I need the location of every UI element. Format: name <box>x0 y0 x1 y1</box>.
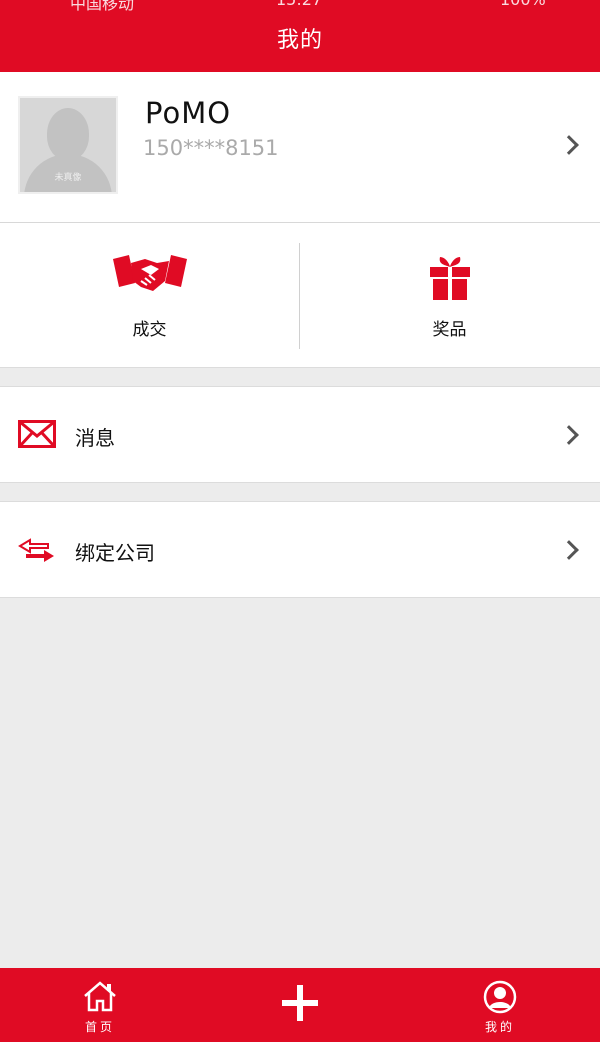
avatar[interactable]: 未真像 <box>18 96 118 194</box>
avatar-caption: 未真像 <box>54 173 82 183</box>
gift-icon <box>428 255 472 305</box>
profile-phone: 150****8151 <box>143 136 279 160</box>
bottom-tab-bar: 首页 我的 <box>0 968 600 1042</box>
status-bar: 中国移动 15:27 100% <box>0 0 600 13</box>
envelope-icon <box>18 420 56 452</box>
deals-button[interactable]: 成交 <box>0 223 299 368</box>
deals-label: 成交 <box>132 320 167 340</box>
chevron-right-icon <box>559 425 579 445</box>
prizes-label: 奖品 <box>432 320 467 340</box>
carrier-label: 中国移动 <box>70 0 135 13</box>
messages-label: 消息 <box>75 426 115 450</box>
quick-actions: 成交 奖品 <box>0 223 600 368</box>
tab-mine-label: 我的 <box>484 1020 515 1034</box>
battery-label: 100% <box>500 0 546 9</box>
top-bar: 中国移动 15:27 100% 我的 <box>0 0 600 72</box>
add-button[interactable] <box>240 968 360 1042</box>
avatar-head-shape <box>47 108 89 160</box>
profile-card[interactable]: 未真像 PoMO 150****8151 <box>0 72 600 223</box>
swap-arrows-icon <box>18 538 56 568</box>
profile-name: PoMO <box>145 96 232 130</box>
tab-home[interactable]: 首页 <box>40 968 160 1042</box>
chevron-right-icon <box>559 540 579 560</box>
plus-icon <box>280 983 320 1027</box>
status-time: 15:27 <box>276 0 322 9</box>
bind-company-label: 绑定公司 <box>75 541 155 565</box>
chevron-right-icon[interactable] <box>559 135 579 155</box>
tab-mine[interactable]: 我的 <box>440 968 560 1042</box>
home-icon <box>82 980 118 1016</box>
page-title: 我的 <box>276 28 323 53</box>
messages-row[interactable]: 消息 <box>0 386 600 483</box>
handshake-icon <box>111 253 189 299</box>
prizes-button[interactable]: 奖品 <box>300 223 599 368</box>
tab-home-label: 首页 <box>84 1020 115 1034</box>
bind-company-row[interactable]: 绑定公司 <box>0 501 600 598</box>
user-icon <box>483 980 517 1018</box>
